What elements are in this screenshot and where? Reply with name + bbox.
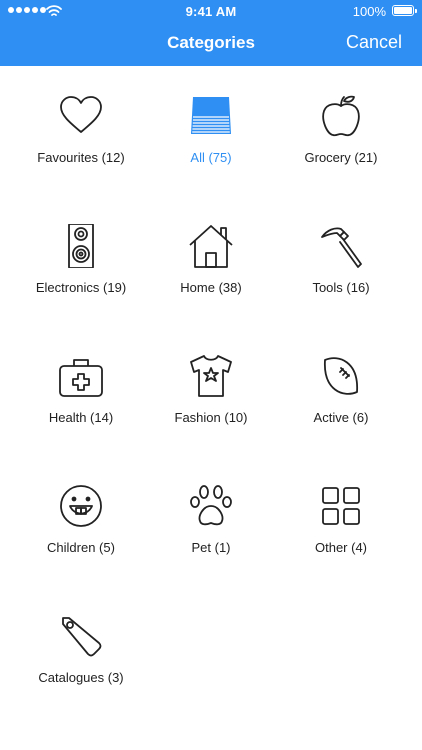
category-label: Active (6) (313, 410, 369, 425)
category-fashion[interactable]: Fashion (10) (141, 326, 281, 446)
first-aid-icon (59, 354, 103, 398)
category-other[interactable]: Other (4) (271, 456, 411, 576)
tshirt-icon (189, 354, 233, 398)
category-label: Children (5) (47, 540, 115, 555)
category-catalogues[interactable]: Catalogues (3) (11, 586, 151, 706)
category-grocery[interactable]: Grocery (21) (271, 66, 411, 186)
hammer-icon (319, 224, 363, 268)
category-tools[interactable]: Tools (16) (271, 196, 411, 316)
house-icon (189, 224, 233, 268)
category-children[interactable]: Children (5) (11, 456, 151, 576)
category-home[interactable]: Home (38) (141, 196, 281, 316)
navigation-bar: 9:41 AM 100% Categories Cancel (0, 0, 422, 66)
apple-icon (319, 94, 363, 138)
football-icon (319, 354, 363, 398)
category-label: Fashion (10) (174, 410, 248, 425)
cancel-button[interactable]: Cancel (346, 32, 402, 53)
category-label: Other (4) (314, 540, 367, 555)
category-label: Favourites (12) (37, 150, 125, 165)
grid-icon (319, 484, 363, 528)
battery-icon (392, 5, 417, 16)
category-label: All (75) (190, 150, 232, 165)
paw-icon (189, 484, 233, 528)
speaker-icon (59, 224, 103, 268)
category-label: Catalogues (3) (38, 670, 124, 685)
tag-icon (59, 614, 103, 658)
category-label: Tools (16) (312, 280, 370, 295)
category-label: Home (38) (180, 280, 242, 295)
category-electronics[interactable]: Electronics (19) (11, 196, 151, 316)
battery-percentage: 100% (352, 4, 386, 19)
category-label: Health (14) (48, 410, 114, 425)
category-label: Grocery (21) (304, 150, 378, 165)
category-favourites[interactable]: Favourites (12) (11, 66, 151, 186)
category-all[interactable]: All (75) (141, 66, 281, 186)
heart-icon (59, 94, 103, 138)
category-label: Electronics (19) (35, 280, 127, 295)
category-active[interactable]: Active (6) (271, 326, 411, 446)
category-health[interactable]: Health (14) (11, 326, 151, 446)
category-label: Pet (1) (191, 540, 231, 555)
stack-icon (189, 94, 233, 138)
status-bar: 9:41 AM 100% (0, 0, 422, 22)
category-pet[interactable]: Pet (1) (141, 456, 281, 576)
smiley-icon (59, 484, 103, 528)
